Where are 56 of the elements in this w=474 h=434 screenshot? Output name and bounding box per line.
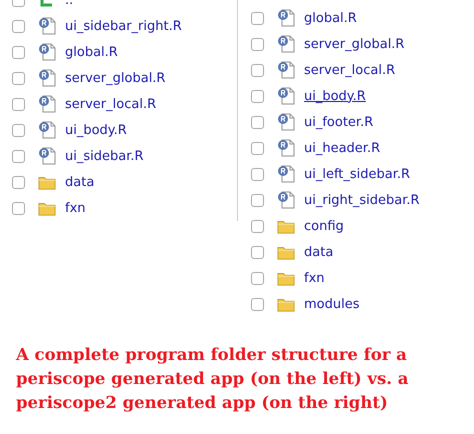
file-link[interactable]: ui_left_sidebar.R <box>304 166 410 182</box>
file-link[interactable]: modules <box>304 296 360 312</box>
checkbox[interactable] <box>251 220 264 232</box>
checkbox[interactable] <box>251 142 264 154</box>
r-file-icon <box>277 9 295 27</box>
file-link[interactable]: fxn <box>65 200 86 216</box>
checkbox[interactable] <box>12 202 25 214</box>
r-file-icon <box>38 121 56 139</box>
r-file-icon <box>277 139 295 157</box>
checkbox[interactable] <box>251 90 264 102</box>
file-link[interactable]: ui_footer.R <box>304 114 374 130</box>
r-file-icon <box>38 147 56 165</box>
checkbox[interactable] <box>251 272 264 284</box>
r-file-icon <box>38 17 56 35</box>
r-file-icon <box>38 69 56 87</box>
file-link[interactable]: fxn <box>304 270 325 286</box>
r-file-icon <box>277 61 295 79</box>
file-link[interactable]: ui_header.R <box>304 140 380 156</box>
file-link[interactable]: config <box>304 218 344 234</box>
checkbox[interactable] <box>251 298 264 310</box>
file-link[interactable]: data <box>65 174 94 190</box>
checkbox[interactable] <box>251 168 264 180</box>
r-file-icon <box>277 113 295 131</box>
file-link[interactable]: global.R <box>65 44 118 60</box>
r-file-icon <box>38 43 56 61</box>
file-link[interactable]: server_global.R <box>304 36 404 52</box>
file-link[interactable]: ui_body.R <box>304 88 366 104</box>
file-link[interactable]: ui_right_sidebar.R <box>304 192 420 208</box>
file-link[interactable]: ui_body.R <box>65 122 127 138</box>
checkbox[interactable] <box>12 124 25 136</box>
file-link[interactable]: data <box>304 244 334 260</box>
file-link[interactable]: ui_sidebar_right.R <box>65 18 182 34</box>
checkbox[interactable] <box>12 72 25 84</box>
checkbox[interactable] <box>12 150 25 162</box>
r-file-icon <box>38 95 56 113</box>
file-link[interactable]: global.R <box>304 10 357 26</box>
file-link[interactable]: ui_sidebar.R <box>65 148 144 164</box>
checkbox[interactable] <box>251 246 264 258</box>
checkbox[interactable] <box>251 38 264 50</box>
checkbox[interactable] <box>12 20 25 32</box>
checkbox[interactable] <box>12 98 25 110</box>
checkbox[interactable] <box>12 176 25 188</box>
file-link[interactable]: .. <box>65 0 74 8</box>
checkbox[interactable] <box>251 116 264 128</box>
file-link[interactable]: server_local.R <box>304 62 396 78</box>
checkbox[interactable] <box>12 46 25 58</box>
checkbox[interactable] <box>251 194 264 206</box>
r-file-icon <box>277 165 295 183</box>
caption: A complete program folder structure for a periscope generated app (on the left) vs. a periscope2 generated app (on the right) <box>16 344 410 414</box>
r-file-icon <box>277 191 295 209</box>
r-file-icon <box>277 87 295 105</box>
file-link[interactable]: server_global.R <box>65 70 166 86</box>
r-file-icon <box>277 35 295 53</box>
file-link[interactable]: server_local.R <box>65 96 156 112</box>
checkbox[interactable] <box>251 12 264 24</box>
checkbox[interactable] <box>251 64 264 76</box>
